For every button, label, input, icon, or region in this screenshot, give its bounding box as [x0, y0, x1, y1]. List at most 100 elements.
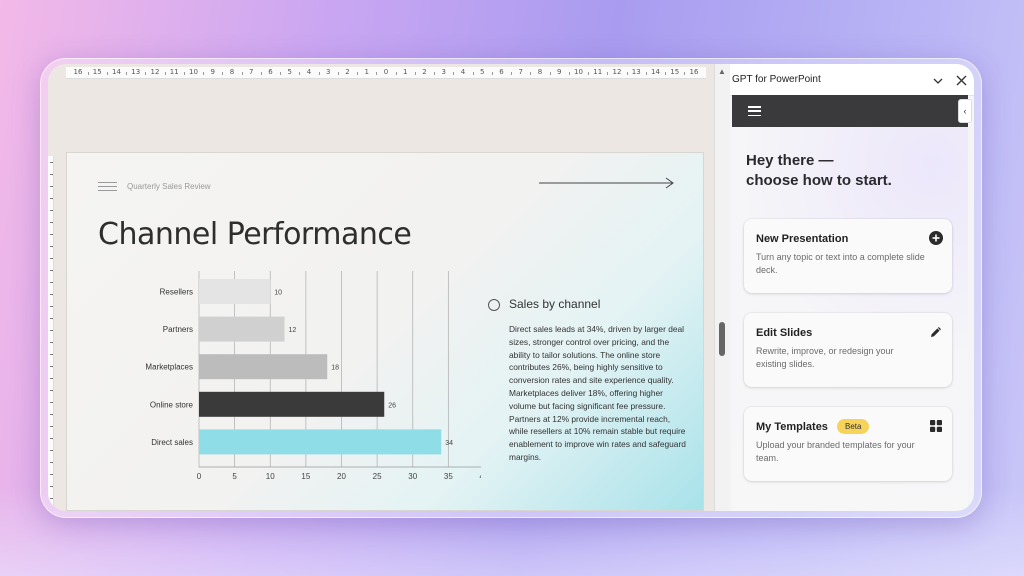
- chart-bar: [199, 354, 328, 380]
- ruler-minor-tick: [50, 390, 53, 391]
- ruler-minor-tick: [126, 72, 128, 75]
- card-description: Rewrite, improve, or redesign your exist…: [756, 346, 894, 369]
- ruler-minor-tick: [414, 72, 416, 75]
- arrow-right-icon: [539, 177, 674, 189]
- ruler-minor-tick: [434, 72, 436, 75]
- chart-tick-label: 0: [197, 472, 202, 481]
- ruler-minor-tick: [50, 438, 53, 439]
- vertical-ruler: [48, 156, 54, 511]
- close-icon[interactable]: [956, 75, 967, 86]
- ruler-minor-tick: [684, 72, 686, 75]
- ruler-minor-tick: [549, 72, 551, 75]
- slide-menu-icon: [98, 182, 117, 192]
- ruler-tick-label: 9: [557, 68, 562, 76]
- ruler-minor-tick: [50, 210, 53, 211]
- ruler-tick-label: 15: [92, 68, 102, 76]
- ruler-minor-tick: [241, 72, 243, 75]
- description-body: Direct sales leads at 34%, driven by lar…: [509, 324, 686, 462]
- edit-slides-card[interactable]: Edit Slides Rewrite, improve, or redesig…: [744, 313, 952, 387]
- my-templates-card[interactable]: My Templates Beta Upload your branded te…: [744, 407, 952, 481]
- chart-category-label: Direct sales: [151, 438, 193, 447]
- ruler-tick-label: 11: [169, 68, 179, 76]
- ruler-tick-label: 3: [441, 68, 446, 76]
- ruler-tick-label: 8: [537, 68, 543, 76]
- pencil-icon: [931, 327, 941, 337]
- chart-tick-label: 30: [408, 472, 417, 481]
- app-window: 16 15 14 13 12 11 10 9 8 7 6 5 4 3 2 1 0 1 2 3 4 5 6 7 8 9 10 11 12 1…: [48, 64, 974, 511]
- ruler-minor-tick: [50, 330, 53, 331]
- chart-tick-label: 25: [373, 472, 382, 481]
- greeting-line-1: Hey there —: [746, 152, 834, 169]
- ruler-minor-tick: [318, 72, 320, 75]
- ruler-minor-tick: [472, 72, 474, 75]
- beta-badge: Beta: [837, 419, 870, 434]
- ruler-minor-tick: [260, 72, 262, 75]
- ruler-tick-label: 12: [612, 68, 622, 76]
- greeting-heading: Hey there — choose how to start.: [746, 151, 956, 191]
- ruler-tick-label: 4: [306, 68, 312, 76]
- ruler-minor-tick: [491, 72, 493, 75]
- ruler-tick-label: 2: [422, 68, 427, 76]
- ruler-minor-tick: [50, 198, 53, 199]
- chart-category-label: Resellers: [160, 288, 193, 297]
- ruler-minor-tick: [50, 306, 53, 307]
- chevron-down-icon[interactable]: [932, 75, 944, 87]
- ruler-minor-tick: [395, 72, 397, 75]
- ruler-tick-label: 13: [631, 68, 641, 76]
- ruler-tick-label: 8: [229, 68, 235, 76]
- ruler-tick-label: 6: [499, 68, 504, 76]
- ruler-minor-tick: [106, 72, 108, 75]
- radio-icon: [488, 299, 500, 311]
- slide-canvas[interactable]: Quarterly Sales Review Channel Performan…: [66, 152, 704, 511]
- ruler-tick-label: 13: [131, 68, 141, 76]
- chart-data-label: 18: [331, 365, 339, 372]
- ruler-minor-tick: [50, 186, 53, 187]
- ruler-minor-tick: [665, 72, 667, 75]
- ruler-minor-tick: [145, 72, 147, 75]
- chart-category-label: Partners: [163, 325, 193, 334]
- chart-bar: [199, 391, 385, 417]
- chart-data-label: 34: [445, 440, 453, 447]
- ruler-tick-label: 0: [383, 68, 389, 76]
- ruler-minor-tick: [588, 72, 590, 75]
- ruler-minor-tick: [50, 378, 53, 379]
- ruler-minor-tick: [87, 72, 89, 75]
- panel-toolbar: [732, 95, 968, 127]
- card-title: New Presentation: [756, 233, 849, 245]
- slide-editor: 16 15 14 13 12 11 10 9 8 7 6 5 4 3 2 1 0 1 2 3 4 5 6 7 8 9 10 11 12 1…: [48, 64, 712, 511]
- scrollbar-thumb[interactable]: [719, 322, 725, 356]
- ruler-minor-tick: [337, 72, 339, 75]
- vertical-scrollbar[interactable]: ▲: [714, 64, 730, 511]
- menu-icon[interactable]: [748, 106, 761, 117]
- chart-tick-label: 15: [301, 472, 310, 481]
- chart-tick-label: 35: [444, 472, 453, 481]
- scroll-up-icon[interactable]: ▲: [718, 67, 726, 76]
- ruler-minor-tick: [203, 72, 205, 75]
- chart-category-label: Online store: [150, 400, 194, 409]
- ruler-minor-tick: [50, 174, 53, 175]
- card-title: My Templates: [756, 421, 828, 433]
- ruler-tick-label: 5: [287, 68, 292, 76]
- ruler-tick-label: 11: [593, 68, 603, 76]
- ruler-minor-tick: [50, 318, 53, 319]
- description-heading: Sales by channel: [509, 297, 601, 311]
- ruler-minor-tick: [50, 282, 53, 283]
- gpt-side-panel: GPT for PowerPoint ‹ Hey there — choose …: [730, 64, 974, 511]
- panel-body: Hey there — choose how to start. New Pre…: [732, 127, 968, 511]
- ruler-tick-label: 10: [189, 68, 198, 76]
- collapse-panel-button[interactable]: ‹: [958, 99, 972, 123]
- card-title: Edit Slides: [756, 327, 813, 339]
- ruler-tick-label: 4: [460, 68, 466, 76]
- chart-data-label: 26: [388, 402, 396, 409]
- chart-tick-label: 10: [266, 472, 275, 481]
- chart-tick-label: 20: [337, 472, 346, 481]
- ruler-minor-tick: [453, 72, 455, 75]
- ruler-minor-tick: [50, 246, 53, 247]
- new-presentation-card[interactable]: New Presentation Turn any topic or text …: [744, 219, 952, 293]
- ruler-minor-tick: [50, 426, 53, 427]
- card-description: Turn any topic or text into a complete s…: [756, 252, 925, 275]
- chart-bar: [199, 316, 285, 342]
- panel-header: GPT for PowerPoint: [730, 64, 974, 96]
- ruler-minor-tick: [50, 402, 53, 403]
- ruler-minor-tick: [50, 450, 53, 451]
